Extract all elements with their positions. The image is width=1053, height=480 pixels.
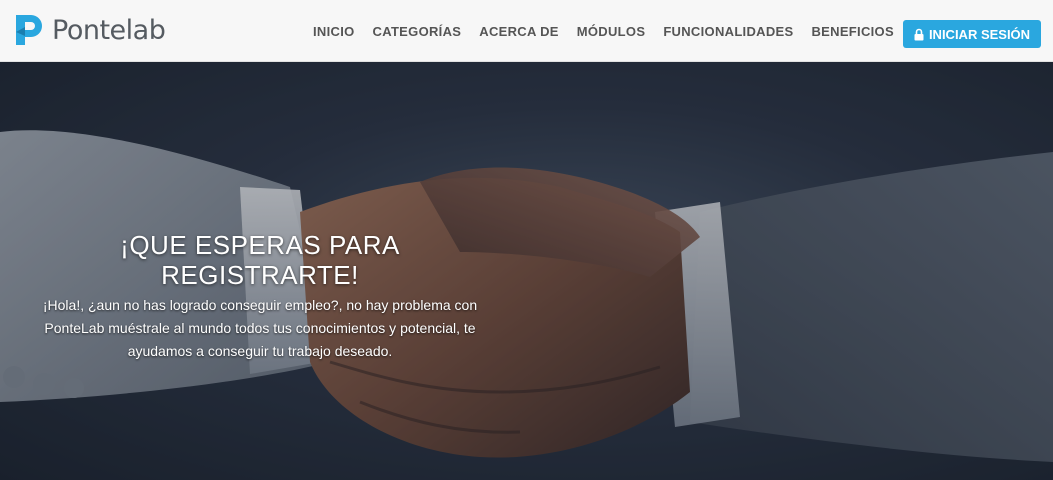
brand-name: Pontelab — [52, 14, 166, 46]
nav-funcionalidades[interactable]: FUNCIONALIDADES — [663, 24, 793, 39]
login-button-label: INICIAR SESIÓN — [928, 26, 1031, 42]
nav-categorias[interactable]: CATEGORÍAS — [373, 24, 462, 39]
nav-modulos[interactable]: MÓDULOS — [577, 24, 646, 39]
top-navbar: Pontelab INICIO CATEGORÍAS ACERCA DE MÓD… — [0, 0, 1053, 62]
nav-beneficios[interactable]: BENEFICIOS — [811, 24, 893, 39]
nav-acerca-de[interactable]: ACERCA DE — [479, 24, 559, 39]
brand-logo[interactable]: Pontelab — [12, 12, 166, 48]
pontelab-logo-icon — [16, 15, 42, 45]
hero-title: ¡QUE ESPERAS PARA REGISTRARTE! — [120, 230, 400, 290]
hero-banner: ¡QUE ESPERAS PARA REGISTRARTE! ¡Hola!, ¿… — [0, 62, 1053, 480]
lock-icon — [914, 28, 924, 40]
login-button[interactable]: INICIAR SESIÓN — [903, 20, 1041, 48]
nav-inicio[interactable]: INICIO — [313, 24, 355, 39]
hero-content: ¡QUE ESPERAS PARA REGISTRARTE! ¡Hola!, ¿… — [20, 230, 500, 363]
hero-description: ¡Hola!, ¿aun no has logrado conseguir em… — [42, 297, 478, 359]
main-nav: INICIO CATEGORÍAS ACERCA DE MÓDULOS FUNC… — [304, 0, 903, 62]
